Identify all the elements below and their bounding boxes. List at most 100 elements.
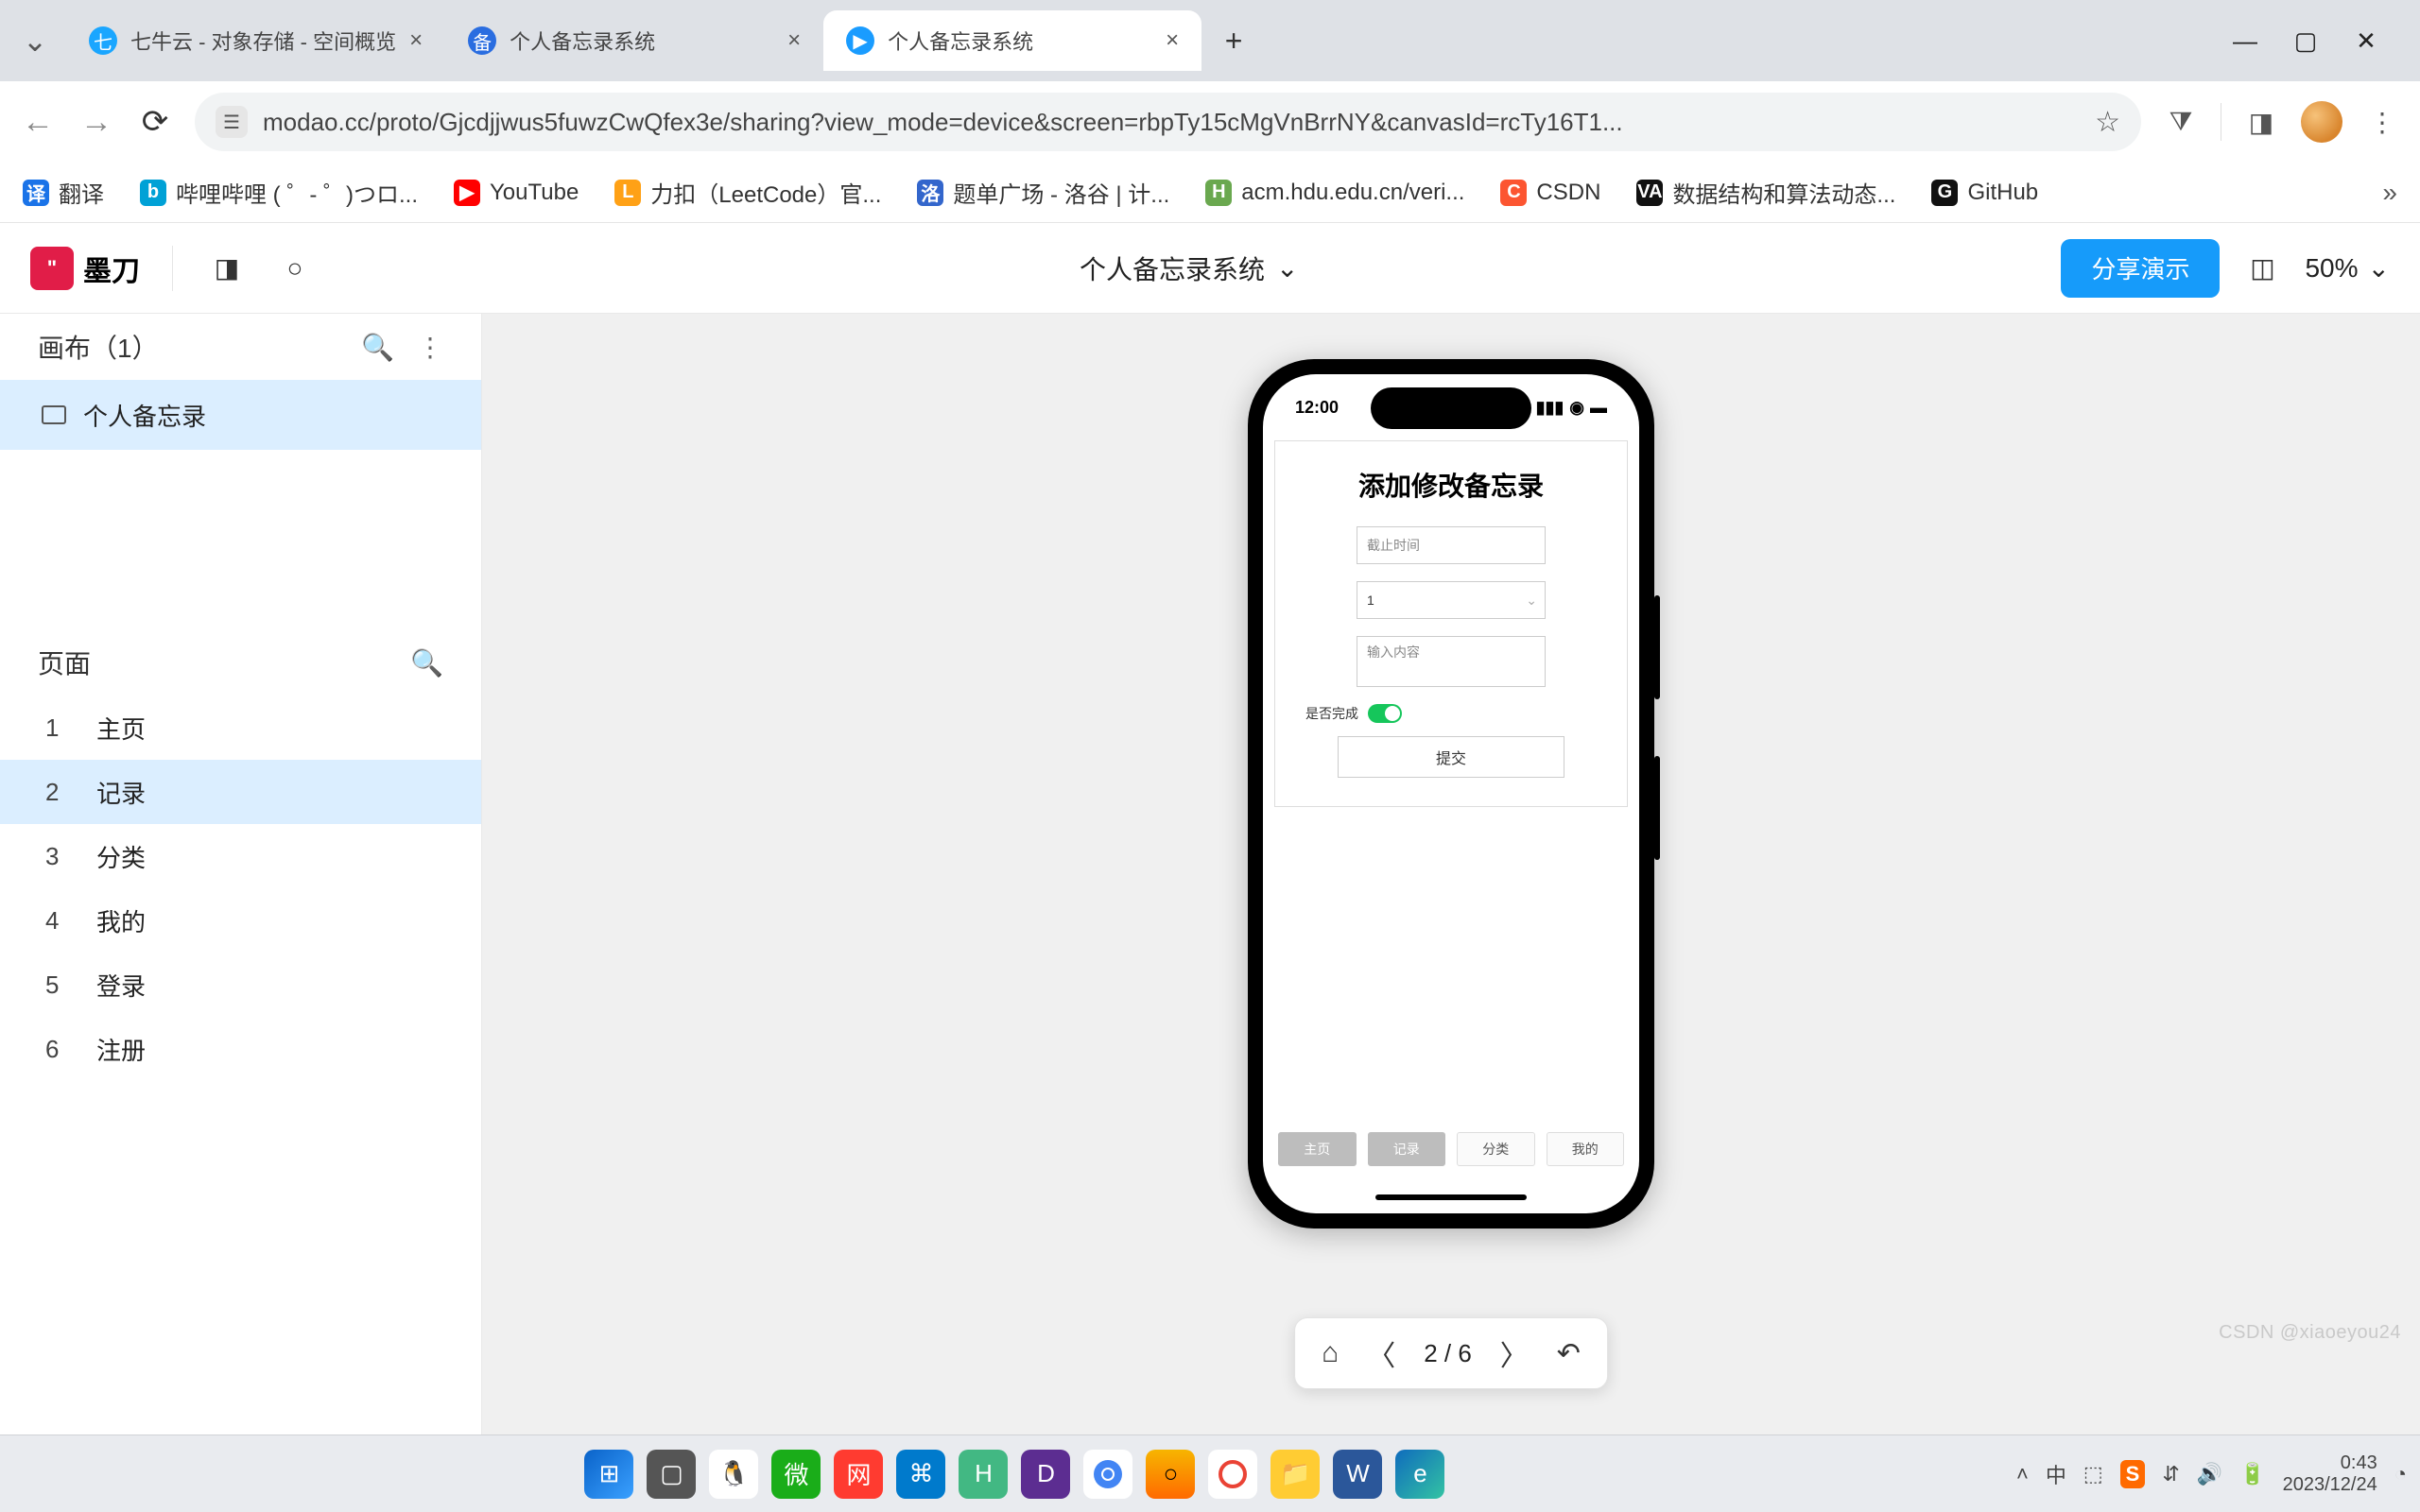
ime-indicator[interactable]: 中 — [2046, 1459, 2066, 1489]
page-item-register[interactable]: 6注册 — [0, 1017, 481, 1081]
bookmark-star-icon[interactable]: ☆ — [2095, 106, 2120, 139]
device-tab-category[interactable]: 分类 — [1457, 1132, 1535, 1166]
comment-icon[interactable]: ○ — [273, 247, 317, 290]
bookmarks-overflow-icon[interactable]: » — [2382, 178, 2397, 208]
windows-taskbar: ⊞ ▢ 🐧 微 网 ⌘ H D ○ 📁 W e ˄ 中 ⬚ S ⇵ 🔊 — [0, 1435, 2420, 1512]
brand[interactable]: " 墨刀 — [30, 247, 140, 290]
submit-button[interactable]: 提交 — [1338, 736, 1564, 778]
page-item-mine[interactable]: 4我的 — [0, 888, 481, 953]
device-side-button — [1654, 595, 1660, 699]
bookmark-item[interactable]: b哔哩哔哩 ( ゜- ゜)つロ... — [140, 176, 418, 209]
canvas-area[interactable]: 12:00 ▮▮▮ ◉ ▬ 添加修改备忘录 截止时间 1 — [482, 314, 2420, 1435]
browser-tab-1[interactable]: 备 个人备忘录系统 × — [445, 10, 823, 71]
bookmark-item[interactable]: L力扣（LeetCode）官... — [614, 176, 881, 209]
volume-icon[interactable]: 🔊 — [2197, 1462, 2222, 1486]
taskbar-app[interactable]: H — [959, 1450, 1008, 1499]
page-item-home[interactable]: 1主页 — [0, 696, 481, 760]
page-item-record[interactable]: 2记录 — [0, 760, 481, 824]
profile-avatar[interactable] — [2301, 101, 2342, 143]
url-text: modao.cc/proto/Gjcdjjwus5fuwzCwQfex3e/sh… — [263, 108, 2080, 137]
taskbar-app[interactable]: D — [1021, 1450, 1070, 1499]
device-frame: 12:00 ▮▮▮ ◉ ▬ 添加修改备忘录 截止时间 1 — [1248, 359, 1654, 1228]
cellular-icon: ▮▮▮ — [1536, 398, 1564, 418]
start-button[interactable]: ⊞ — [584, 1450, 633, 1499]
file-explorer-icon[interactable]: 📁 — [1270, 1450, 1320, 1499]
word-app-icon[interactable]: W — [1333, 1450, 1382, 1499]
zoom-dropdown[interactable]: 50% ⌄ — [2305, 252, 2390, 284]
taskbar-clock[interactable]: 0:43 2023/12/24 — [2283, 1452, 2377, 1496]
address-bar[interactable]: ☰ modao.cc/proto/Gjcdjjwus5fuwzCwQfex3e/… — [195, 93, 2141, 151]
forward-button[interactable]: → — [78, 103, 115, 141]
priority-select[interactable]: 1 — [1357, 581, 1546, 619]
more-icon[interactable]: ⋮ — [417, 332, 443, 363]
taskbar-app[interactable] — [1208, 1450, 1257, 1499]
project-title-dropdown[interactable]: 个人备忘录系统 ⌄ — [341, 249, 2036, 287]
reload-button[interactable]: ⟳ — [136, 103, 174, 141]
page-item-category[interactable]: 3分类 — [0, 824, 481, 888]
browser-tab-0[interactable]: 七 七牛云 - 对象存储 - 空间概览 × — [66, 10, 445, 71]
prev-page-icon[interactable]: 〈 — [1367, 1332, 1395, 1374]
chrome-app[interactable] — [1083, 1450, 1132, 1499]
taskbar-app[interactable]: 🐧 — [709, 1450, 758, 1499]
layout-toggle-icon[interactable]: ◨ — [205, 247, 249, 290]
taskbar-app[interactable]: ⌘ — [896, 1450, 945, 1499]
project-title: 个人备忘录系统 — [1080, 249, 1265, 287]
window-maximize-icon[interactable]: ▢ — [2288, 23, 2324, 59]
tray-chevron-icon[interactable]: ˄ — [2016, 1462, 2029, 1486]
device-tab-record[interactable]: 记录 — [1368, 1132, 1446, 1166]
chevron-down-icon: ⌄ — [2368, 252, 2390, 284]
tray-icon[interactable]: ⬚ — [2083, 1462, 2103, 1486]
back-button[interactable]: ← — [19, 103, 57, 141]
tab-search-dropdown[interactable]: ⌄ — [15, 21, 55, 60]
chevron-down-icon: ⌄ — [1276, 252, 1298, 284]
watermark-text: CSDN @xiaoeyou24 — [2219, 1322, 2401, 1344]
bookmark-item[interactable]: VA数据结构和算法动态... — [1636, 176, 1895, 209]
bookmark-item[interactable]: 译翻译 — [23, 176, 104, 209]
canvas-item[interactable]: 个人备忘录 — [0, 380, 481, 450]
close-icon[interactable]: × — [787, 27, 801, 54]
undo-icon[interactable]: ↶ — [1557, 1337, 1581, 1370]
favicon-icon: 七 — [89, 26, 117, 55]
prototype-app: " 墨刀 ◨ ○ 个人备忘录系统 ⌄ 分享演示 ◫ 50% ⌄ — [0, 223, 2420, 1435]
panel-toggle-icon[interactable]: ◫ — [2240, 247, 2284, 290]
taskbar-app[interactable]: ○ — [1146, 1450, 1195, 1499]
taskbar-app[interactable]: 网 — [834, 1450, 883, 1499]
brand-logo-icon: " — [30, 247, 74, 290]
bookmark-item[interactable]: 洛题单广场 - 洛谷 | 计... — [917, 176, 1169, 209]
sogou-ime-icon[interactable]: S — [2120, 1460, 2146, 1488]
new-tab-button[interactable]: + — [1211, 18, 1256, 63]
done-toggle[interactable] — [1368, 704, 1402, 723]
bookmark-item[interactable]: CCSDN — [1500, 180, 1600, 206]
edge-app-icon[interactable]: e — [1395, 1450, 1444, 1499]
deadline-input[interactable]: 截止时间 — [1357, 526, 1546, 564]
network-icon[interactable]: ⇵ — [2162, 1462, 2179, 1486]
page-item-login[interactable]: 5登录 — [0, 953, 481, 1017]
battery-icon[interactable]: 🔋 — [2239, 1462, 2265, 1486]
content-textarea[interactable]: 输入内容 — [1357, 636, 1546, 687]
taskbar-app[interactable]: 微 — [771, 1450, 821, 1499]
site-info-icon[interactable]: ☰ — [216, 106, 248, 138]
page-navigator: ⌂ 〈 2 / 6 〉 ↶ — [1294, 1317, 1608, 1389]
search-icon[interactable]: 🔍 — [361, 332, 394, 363]
search-icon[interactable]: 🔍 — [410, 647, 443, 679]
side-panel-icon[interactable]: ◨ — [2242, 103, 2280, 141]
bookmark-item[interactable]: Hacm.hdu.edu.cn/veri... — [1205, 180, 1464, 206]
close-icon[interactable]: × — [409, 27, 423, 54]
next-page-icon[interactable]: 〉 — [1500, 1332, 1529, 1374]
device-side-button — [1654, 756, 1660, 860]
notifications-icon[interactable]: ◔ — [2394, 1462, 2407, 1486]
close-icon[interactable]: × — [1166, 27, 1179, 54]
sidebar: 画布（1） 🔍 ⋮ 个人备忘录 页面 🔍 — [0, 314, 482, 1435]
bookmark-item[interactable]: ▶YouTube — [454, 180, 579, 206]
device-tab-home[interactable]: 主页 — [1278, 1132, 1357, 1166]
home-icon[interactable]: ⌂ — [1322, 1337, 1339, 1369]
share-button[interactable]: 分享演示 — [2061, 239, 2220, 298]
browser-tab-2[interactable]: ▶ 个人备忘录系统 × — [823, 10, 1201, 71]
window-minimize-icon[interactable]: — — [2227, 23, 2263, 59]
device-tab-mine[interactable]: 我的 — [1547, 1132, 1625, 1166]
chrome-menu-icon[interactable]: ⋮ — [2363, 103, 2401, 141]
window-close-icon[interactable]: ✕ — [2348, 23, 2384, 59]
bookmark-item[interactable]: GGitHub — [1931, 180, 2038, 206]
extensions-icon[interactable]: ⧩ — [2162, 103, 2200, 141]
task-view-icon[interactable]: ▢ — [647, 1450, 696, 1499]
